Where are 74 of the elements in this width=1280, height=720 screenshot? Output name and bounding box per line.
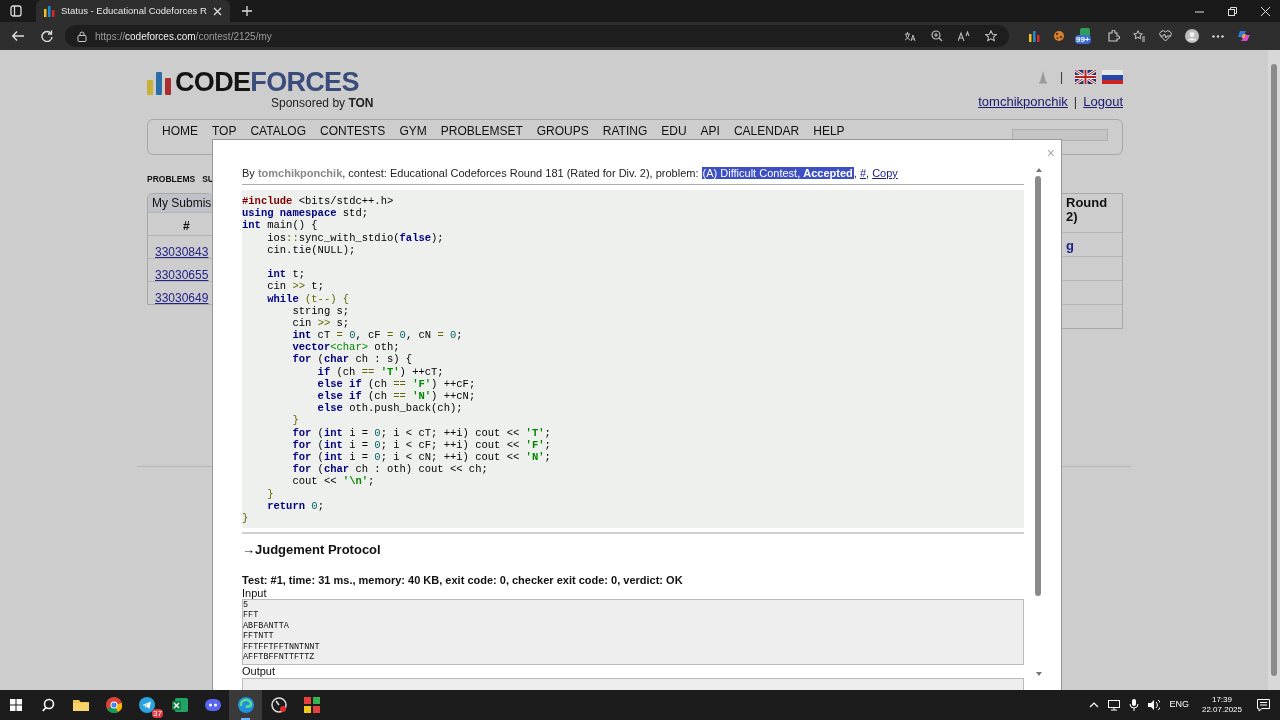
- code-line: for (char ch : oth) cout << ch;: [291, 463, 488, 476]
- code-line: if (ch == 'T') ++cT;: [316, 365, 444, 378]
- nav-link[interactable]: CONTESTS: [320, 124, 386, 138]
- code-line: int t;: [266, 268, 305, 281]
- code-line: cin.tie(NULL);: [266, 243, 356, 256]
- code-line: else if (ch == 'N') ++cN;: [316, 390, 476, 402]
- address-bar[interactable]: https://codeforces.com/contest/2125/my: [65, 25, 1009, 47]
- subnav-link[interactable]: PROBLEMS: [147, 173, 196, 193]
- separator-text: |: [1059, 69, 1063, 86]
- input-line: FFT: [243, 610, 259, 621]
- nav-link[interactable]: RATING: [602, 124, 648, 138]
- code-line: return 0;: [266, 499, 324, 512]
- table-title: Round 2): [1065, 194, 1109, 226]
- language-indicator[interactable]: ENG: [1169, 698, 1189, 712]
- nav-link[interactable]: CATALOG: [250, 124, 307, 138]
- user-link[interactable]: tomchikponchik: [978, 92, 1068, 112]
- problem-link[interactable]: (A) Difficult Contest, Accepted: [701, 167, 854, 179]
- clock-time[interactable]: 17:39: [1211, 695, 1232, 705]
- code-line: for (int i = 0; i < cF; ++i) cout << 'F';: [291, 438, 551, 451]
- input-line: AFFTBFFNTTFTTZ: [243, 652, 315, 663]
- code-line: cin >> s;: [291, 316, 350, 329]
- logo-wordmark: CODEFORCES: [175, 68, 360, 96]
- nav-link[interactable]: TOP: [212, 124, 237, 138]
- input-line: ABFBANTTA: [243, 620, 289, 631]
- code-line: using namespace std;: [242, 207, 369, 220]
- nav-link[interactable]: EDU: [661, 124, 687, 138]
- code-line: cin >> t;: [266, 280, 324, 293]
- logout-link[interactable]: Logout: [1083, 92, 1123, 112]
- nav-link[interactable]: GYM: [399, 124, 427, 138]
- nav-link[interactable]: CALENDAR: [733, 124, 800, 138]
- code-line: for (int i = 0; i < cN; ++i) cout << 'N';: [291, 450, 551, 463]
- test-summary: Test: #1, time: 31 ms., memory: 40 KB, exit code: 0, checker exit code: 0, verdict: OK: [242, 573, 684, 587]
- taskbar-app[interactable]: 37: [130, 690, 163, 720]
- submission-link[interactable]: 33030843: [155, 245, 209, 259]
- contest-link[interactable]: g: [1066, 238, 1074, 253]
- clock-date[interactable]: 22.07.2025: [1201, 705, 1242, 715]
- code-line: vector<char> oth;: [291, 341, 400, 354]
- input-line: 5: [243, 599, 249, 610]
- code-line: int main() {: [242, 219, 318, 232]
- code-line: for (char ch : s) {: [291, 353, 413, 366]
- copy-link[interactable]: Copy: [872, 167, 898, 179]
- separator-text: |: [1073, 93, 1078, 111]
- notification-badge: 99+: [1075, 35, 1091, 44]
- code-line: }: [291, 414, 299, 427]
- browser-tab[interactable]: Status - Educational Codeforces R: [36, 0, 230, 22]
- notification-badge: 37: [152, 709, 163, 718]
- input-line: FFTFFTFFTNNTNNT: [243, 641, 320, 652]
- code-line: }: [242, 511, 249, 524]
- code-line: while (t--) {: [266, 292, 350, 305]
- submission-link[interactable]: 33030655: [155, 268, 209, 282]
- code-line: ios::sync_with_stdio(false);: [266, 231, 444, 244]
- tab-title: Status - Educational Codeforces R: [61, 3, 207, 18]
- code-line: else oth.push_back(ch);: [316, 402, 463, 415]
- code-line: for (int i = 0; i < cT; ++i) cout << 'T';: [291, 426, 551, 439]
- input-line: FFTNTT: [243, 631, 274, 642]
- code-line: else if (ch == 'F') ++cF;: [316, 377, 476, 390]
- section-heading: →Judgement Protocol: [242, 541, 382, 560]
- nav-link[interactable]: HELP: [813, 124, 845, 138]
- input-label: Input: [242, 586, 268, 599]
- sponsor-text: Sponsored by TON: [271, 96, 374, 110]
- code-line: }: [266, 487, 274, 500]
- code-line: string s;: [291, 304, 350, 317]
- output-label: Output: [242, 664, 277, 678]
- submission-info: By tomchikponchik, contest: Educational Codeforces Round 181 (Rated for Div. 2), problem: (A) Difficult Contest, Accepted, #, Copy: [242, 166, 1024, 185]
- table-title: My Submis: [148, 194, 212, 212]
- nav-link[interactable]: API: [700, 124, 720, 138]
- code-line: #include <bits/stdc++.h>: [242, 195, 394, 207]
- url-text: https://codeforces.com/contest/2125/my: [95, 29, 272, 44]
- code-line: cout << '\n';: [291, 475, 375, 488]
- code-line: int cT = 0, cF = 0, cN = 0;: [291, 329, 463, 342]
- submission-link[interactable]: 33030649: [155, 291, 209, 304]
- nav-link[interactable]: PROBLEMSET: [440, 124, 523, 138]
- nav-link[interactable]: GROUPS: [536, 124, 589, 138]
- nav-link[interactable]: HOME: [162, 124, 198, 138]
